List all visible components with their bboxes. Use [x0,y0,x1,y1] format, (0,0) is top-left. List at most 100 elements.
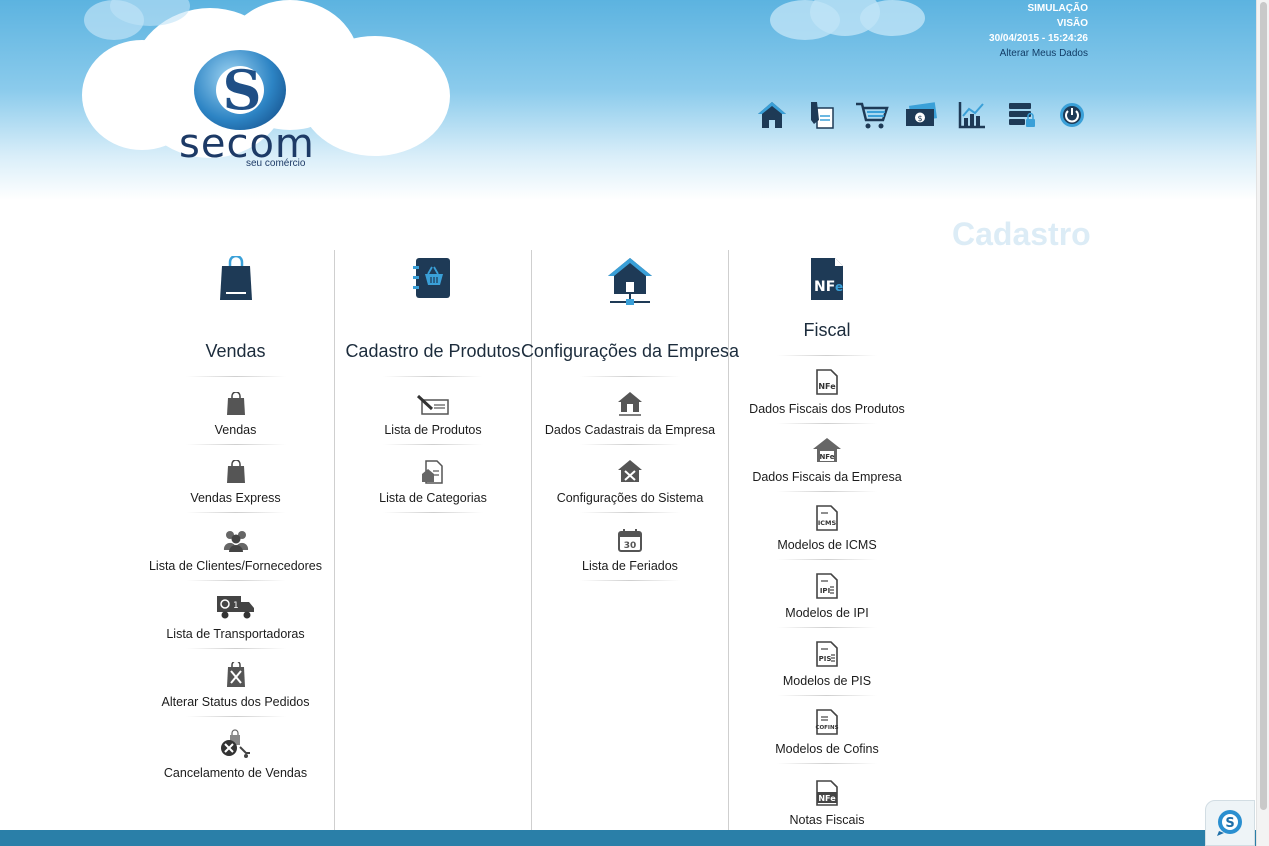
menu-item-notas-fiscais[interactable]: NFe Notas Fiscais [732,764,922,830]
menu-item-dados-cadastrais[interactable]: Dados Cadastrais da Empresa [535,377,725,445]
pen-document-icon [416,394,449,415]
category-document-icon [422,460,443,484]
doc-badge: NFe [818,382,836,391]
scrollbar-thumb[interactable] [1260,2,1267,810]
menu-item-modelos-ipi[interactable]: IPI Modelos de IPI [732,560,922,628]
column-title: Vendas [205,341,266,361]
house-icon [618,392,642,416]
people-icon [223,531,248,553]
icms-doc-icon: ICMS [816,504,838,531]
menu-item-label: Modelos de IPI [785,605,869,620]
menu-item-label: Lista de Clientes/Fornecedores [148,559,322,574]
bag-icon [226,460,245,484]
nav-reports-button[interactable] [947,100,997,136]
company-network-icon [608,258,652,305]
menu-item-label: Lista de Transportadoras [166,627,305,642]
menu-item-label: Alterar Status dos Pedidos [161,695,310,710]
column-title: Fiscal [803,319,851,340]
logo-tagline: seu comércio [246,158,306,169]
nav-edit-button[interactable] [797,100,847,136]
column-title: Configurações da Empresa [520,341,740,361]
ipi-doc-icon: IPI [816,572,838,599]
doc-badge: IPI [820,587,830,595]
tools-bag-icon [226,662,245,688]
svg-text:$: $ [917,114,922,123]
top-navigation: $ [747,100,1097,136]
menu-item-label: Modelos de Cofins [775,741,879,756]
menu-item-dados-fiscais-empresa[interactable]: NFe Dados Fiscais da Empresa [732,424,922,492]
menu-item-label: Configurações do Sistema [556,491,704,506]
nfe-house-icon: NFe [813,437,841,462]
menu-item-lista-clientes[interactable]: Lista de Clientes/Fornecedores [141,513,331,581]
column-cadastro-produtos: Cadastro de Produtos Lista de Produtos L… [334,250,531,830]
home-icon [758,102,786,128]
shopping-bag-icon [219,256,252,300]
menu-item-lista-produtos[interactable]: Lista de Produtos [338,377,528,445]
session-datetime: 30/04/2015 - 15:24:26 [989,33,1088,44]
column-vendas: Vendas Vendas Vendas Express Lista de Cl… [137,250,334,830]
menu-item-modelos-cofins[interactable]: COFINS Modelos de Cofins [732,696,922,764]
nfe-icon: NF e [811,258,843,300]
money-icon: $ [906,102,937,126]
menu-item-vendas-express[interactable]: Vendas Express [141,445,331,513]
menu-item-label: Lista de Produtos [384,423,482,438]
doc-badge: COFINS [815,725,838,731]
nav-database-button[interactable] [997,100,1047,136]
house-tools-icon [618,460,642,483]
user-info: SIMULAÇÃO VISÃO 30/04/2015 - 15:24:26 Al… [989,1,1088,61]
vertical-scrollbar[interactable] [1256,0,1269,846]
bag-icon [226,392,245,416]
nav-cart-button[interactable] [847,100,897,136]
menu-item-label: Dados Fiscais dos Produtos [749,401,905,416]
edit-document-icon [811,102,834,129]
chat-logo-letter: S [1225,816,1234,831]
calendar-icon: 30 [618,529,642,553]
cart-icon [856,102,889,129]
menu-item-label: Lista de Categorias [379,491,487,506]
svg-text:30: 30 [624,541,637,551]
menu-item-label: Modelos de ICMS [777,537,877,552]
menu-item-label: Vendas [214,423,257,438]
menu-item-configuracoes-sistema[interactable]: Configurações do Sistema [535,445,725,513]
doc-badge: NFe [819,453,834,461]
menu-item-lista-feriados[interactable]: 30 Lista de Feriados [535,513,725,581]
column-configuracoes-empresa: Configurações da Empresa Dados Cadastrai… [521,250,739,830]
page-title: Cadastro [952,216,1091,252]
nfe-doc-icon: NFe [816,368,838,395]
menu-item-label: Dados Cadastrais da Empresa [544,423,716,438]
nfe-doc-icon: NFe [816,779,838,806]
menu-item-dados-fiscais-produtos[interactable]: NFe Dados Fiscais dos Produtos [732,356,922,424]
footer-bar [0,830,1256,846]
menu-item-label: Vendas Express [190,491,281,506]
menu-item-lista-transportadoras[interactable]: 1 Lista de Transportadoras [141,581,331,649]
menu-item-alterar-status[interactable]: Alterar Status dos Pedidos [141,649,331,717]
menu-item-label: Lista de Feriados [582,559,678,574]
chat-widget-button[interactable]: S [1205,800,1255,846]
nav-logout-button[interactable] [1047,100,1097,136]
menu-item-vendas[interactable]: Vendas [141,377,331,445]
svg-text:NF: NF [814,279,835,295]
nav-home-button[interactable] [747,100,797,136]
database-lock-icon [1009,103,1035,127]
logo-letter: S [222,58,262,122]
svg-text:e: e [835,280,843,294]
menu-item-label: Cancelamento de Vendas [163,766,308,780]
doc-badge: PIS [819,655,832,663]
doc-badge: ICMS [818,519,837,527]
column-title: Cadastro de Produtos [345,341,521,361]
svg-text:1: 1 [233,601,239,611]
column-fiscal: NF e Fiscal NFe Dados Fiscais dos Produt… [728,250,925,830]
chat-logo-icon: S [1217,810,1242,836]
truck-icon: 1 [216,596,254,619]
pis-doc-icon: PIS [816,640,838,667]
menu-item-lista-categorias[interactable]: Lista de Categorias [338,445,528,513]
menu-item-cancelamento-vendas[interactable]: Cancelamento de Vendas [141,717,331,785]
edit-my-data-link[interactable]: Alterar Meus Dados [989,46,1088,61]
menu-item-label: Notas Fiscais [789,812,865,827]
chart-icon [958,102,985,129]
nav-finance-button[interactable]: $ [897,100,947,136]
secom-logo[interactable]: S secom seu comércio [176,48,314,172]
product-catalog-icon [413,258,450,298]
menu-item-modelos-icms[interactable]: ICMS Modelos de ICMS [732,492,922,560]
menu-item-modelos-pis[interactable]: PIS Modelos de PIS [732,628,922,696]
